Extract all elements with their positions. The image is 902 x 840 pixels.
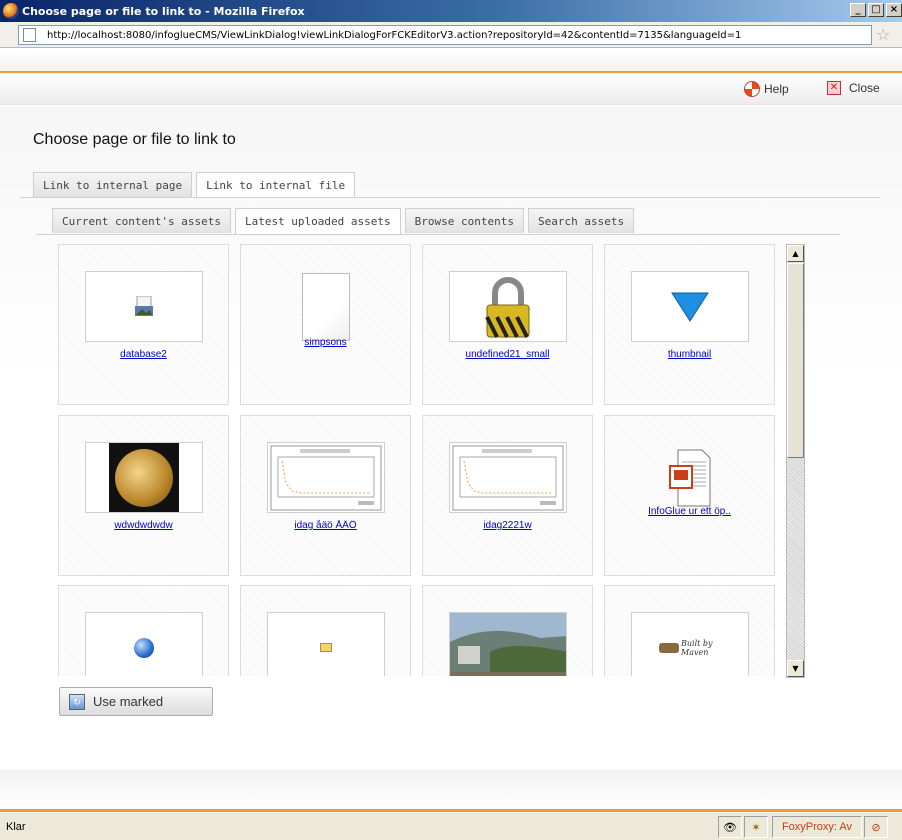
bookmark-star-icon[interactable]: ☆ xyxy=(876,25,890,44)
asset-card[interactable]: thumbnail xyxy=(604,244,775,405)
asset-link[interactable]: wdwdwdwdw xyxy=(59,520,228,531)
tab-latest-uploaded-assets[interactable]: Latest uploaded assets xyxy=(234,208,401,234)
asset-thumbnail[interactable] xyxy=(449,271,567,342)
main-tabs: Link to internal page Link to internal f… xyxy=(33,172,356,198)
asset-card[interactable] xyxy=(58,585,229,676)
window-titlebar: Choose page or file to link to - Mozilla… xyxy=(0,0,902,22)
firefox-icon xyxy=(3,3,19,19)
chart-screenshot-icon xyxy=(452,445,564,510)
page-title: Choose page or file to link to xyxy=(33,131,236,148)
asset-link[interactable]: database2 xyxy=(59,349,228,360)
tab-browse-contents[interactable]: Browse contents xyxy=(404,208,524,233)
status-text: Klar xyxy=(6,821,26,833)
status-bar: Klar 👁 ✶ FoxyProxy: Av ⊘ xyxy=(0,812,902,840)
asset-link[interactable]: undefined21_small xyxy=(423,349,592,360)
address-bar: http://localhost:8080/infoglueCMS/ViewLi… xyxy=(0,22,902,48)
close-label: Close xyxy=(849,81,880,95)
top-strip xyxy=(0,48,902,71)
lifebuoy-icon xyxy=(744,81,760,97)
close-window-button[interactable]: × xyxy=(886,3,902,17)
asset-card[interactable]: database2 xyxy=(58,244,229,405)
scroll-thumb[interactable] xyxy=(787,263,804,458)
tab-current-content-assets[interactable]: Current content's assets xyxy=(52,208,231,233)
footer-strip xyxy=(0,770,902,810)
asset-thumbnail[interactable] xyxy=(85,442,203,513)
asset-thumbnail[interactable] xyxy=(449,442,567,513)
use-marked-label: Use marked xyxy=(93,694,164,709)
foxyproxy-icon[interactable]: ⊘ xyxy=(864,816,888,838)
asset-link[interactable]: thumbnail xyxy=(605,349,774,360)
asset-thumbnail[interactable]: Built by Maven xyxy=(631,612,749,676)
landscape-photo-icon xyxy=(450,613,566,676)
asset-thumbnail[interactable] xyxy=(85,612,203,676)
minimize-button[interactable]: _ xyxy=(850,3,866,17)
tab-link-internal-file[interactable]: Link to internal file xyxy=(196,172,356,198)
eye-icon[interactable]: 👁 xyxy=(718,816,742,838)
asset-card[interactable]: idag2221w xyxy=(422,415,593,576)
scroll-up-button[interactable]: ▲ xyxy=(787,245,804,262)
asset-thumbnail[interactable] xyxy=(267,271,385,342)
asset-thumbnail[interactable] xyxy=(449,612,567,676)
grid-scrollbar[interactable]: ▲ ▼ xyxy=(786,244,805,678)
folder-icon xyxy=(320,643,332,652)
asset-link[interactable]: InfoGlue ur ett öp.. xyxy=(605,506,774,517)
url-text: http://localhost:8080/infoglueCMS/ViewLi… xyxy=(47,29,742,41)
close-icon: ✕ xyxy=(827,81,841,95)
scroll-down-button[interactable]: ▼ xyxy=(787,660,804,677)
asset-card[interactable]: wdwdwdwdw xyxy=(58,415,229,576)
page-icon xyxy=(23,28,36,42)
chart-screenshot-icon xyxy=(270,445,382,510)
asset-card[interactable] xyxy=(422,585,593,676)
built-by-maven-icon: Built by Maven xyxy=(659,639,721,657)
close-button[interactable]: ✕ Close xyxy=(827,81,880,95)
asset-link[interactable]: idag2221w xyxy=(423,520,592,531)
asset-thumbnail[interactable] xyxy=(267,612,385,676)
asset-thumbnail[interactable] xyxy=(85,271,203,342)
asset-card[interactable] xyxy=(240,585,411,676)
asset-link[interactable]: idag åäö ÅÄÖ xyxy=(241,520,410,531)
asset-thumbnail[interactable] xyxy=(267,442,385,513)
asset-card[interactable]: undefined21_small xyxy=(422,244,593,405)
tabs-divider xyxy=(20,197,880,198)
dialog-toolbar: Help ✕ Close xyxy=(0,73,902,105)
image-file-icon xyxy=(135,295,153,316)
maximize-button[interactable]: □ xyxy=(868,3,884,17)
blank-page-icon xyxy=(302,272,350,341)
foxyproxy-status[interactable]: FoxyProxy: Av xyxy=(772,816,862,838)
asset-card[interactable]: Built by Maven xyxy=(604,585,775,676)
subtabs-divider xyxy=(36,234,840,235)
help-label: Help xyxy=(764,82,789,96)
tab-search-assets[interactable]: Search assets xyxy=(528,208,635,233)
asset-card[interactable]: InfoGlue ur ett öp.. xyxy=(604,415,775,576)
tab-link-internal-page[interactable]: Link to internal page xyxy=(33,172,193,197)
help-button[interactable]: Help xyxy=(744,81,789,97)
asset-thumbnail[interactable] xyxy=(631,271,749,342)
use-marked-button[interactable]: ↻ Use marked xyxy=(59,687,213,716)
asset-card[interactable]: simpsons xyxy=(240,244,411,405)
asset-thumbnail[interactable] xyxy=(631,442,749,513)
padlock-icon xyxy=(485,276,530,338)
asset-card[interactable]: idag åäö ÅÄÖ xyxy=(240,415,411,576)
url-field[interactable]: http://localhost:8080/infoglueCMS/ViewLi… xyxy=(18,25,872,45)
powerpoint-doc-icon xyxy=(669,449,711,506)
firebug-icon[interactable]: ✶ xyxy=(744,816,768,838)
blue-triangle-icon xyxy=(671,292,709,322)
window-title: Choose page or file to link to - Mozilla… xyxy=(22,4,305,18)
asset-tabs: Current content's assets Latest uploaded… xyxy=(52,208,635,234)
asset-grid: database2 simpsons undefined21_small thu… xyxy=(58,244,783,676)
use-marked-icon: ↻ xyxy=(69,693,85,710)
gold-medal-icon xyxy=(109,443,179,512)
asset-link[interactable]: simpsons xyxy=(241,337,410,348)
globe-icon xyxy=(134,637,154,658)
